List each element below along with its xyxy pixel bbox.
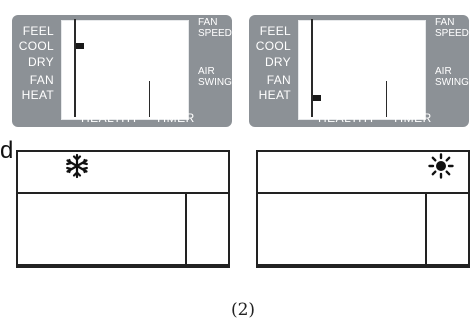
healthy-label: HEALTHY <box>318 111 376 125</box>
lcd-divider-short <box>149 81 150 117</box>
active-mode-marker <box>313 95 321 101</box>
box-vertical-divider <box>425 194 427 264</box>
side-letter: d <box>0 139 14 164</box>
timer-label: TIMER <box>155 111 195 125</box>
speed-label: SPEED <box>198 28 232 39</box>
lcd-divider-short <box>386 81 387 117</box>
lcd-divider <box>311 19 313 117</box>
box-bottom-divider <box>18 264 228 266</box>
sun-icon <box>428 153 454 179</box>
active-mode-marker <box>76 43 84 49</box>
fan-label: FAN <box>435 17 455 28</box>
mode-label-dry: DRY <box>264 55 291 69</box>
air-label: AIR <box>198 66 215 77</box>
mode-label-feel: FEEL <box>22 24 54 38</box>
mode-label-fan: FAN <box>29 73 54 87</box>
snowflake-icon <box>66 153 88 179</box>
cool-display-box <box>16 150 230 268</box>
swing-label: SWING <box>435 77 469 88</box>
box-bottom-divider <box>258 264 468 266</box>
timer-label: TIMER <box>392 111 432 125</box>
lcd-divider <box>74 19 76 117</box>
mode-label-heat: HEAT <box>21 88 54 102</box>
lcd-panel-1: FEEL COOL DRY FAN HEAT FAN SPEED AIR SWI… <box>12 15 232 127</box>
mode-label-fan: FAN <box>266 73 291 87</box>
mode-label-cool: COOL <box>18 39 54 53</box>
mode-label-heat: HEAT <box>258 88 291 102</box>
air-label: AIR <box>435 66 452 77</box>
mode-label-dry: DRY <box>27 55 54 69</box>
heat-display-box <box>256 150 470 268</box>
fan-label: FAN <box>198 17 218 28</box>
figure-caption: (2) <box>230 300 256 320</box>
box-top-divider <box>258 192 468 194</box>
lcd-screen <box>298 20 426 120</box>
healthy-label: HEALTHY <box>81 111 139 125</box>
swing-label: SWING <box>198 77 232 88</box>
speed-label: SPEED <box>435 28 469 39</box>
box-top-divider <box>18 192 228 194</box>
mode-label-cool: COOL <box>255 39 291 53</box>
box-vertical-divider <box>185 194 187 264</box>
lcd-panel-2: FEEL COOL DRY FAN HEAT FAN SPEED AIR SWI… <box>249 15 469 127</box>
mode-label-feel: FEEL <box>259 24 291 38</box>
lcd-screen <box>61 20 189 120</box>
